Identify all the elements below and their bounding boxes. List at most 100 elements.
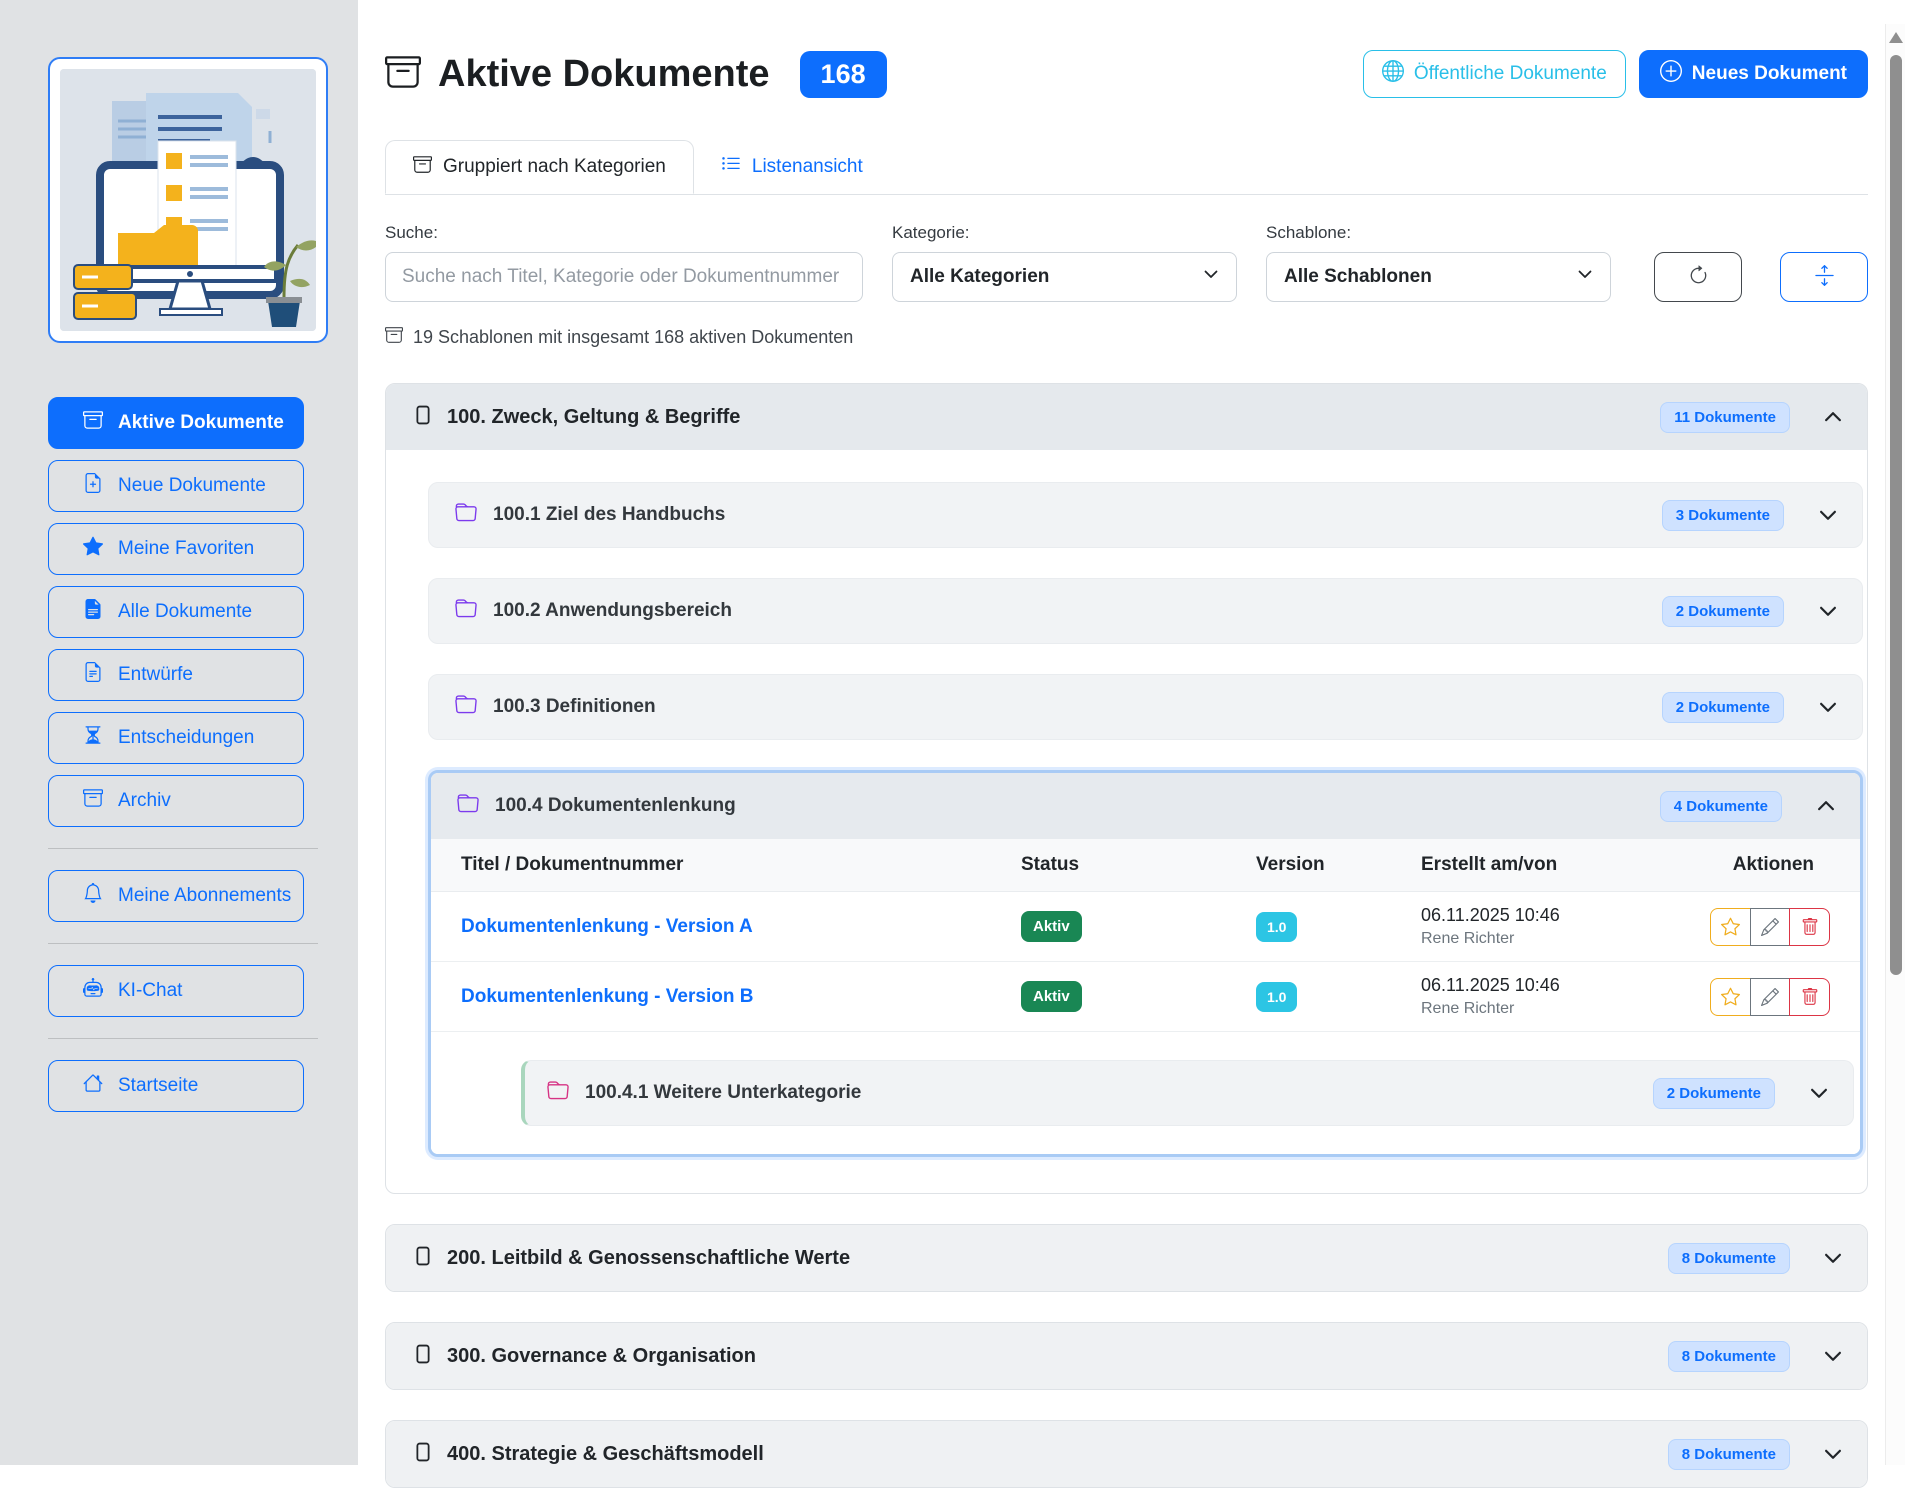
- archive-icon: [385, 326, 403, 349]
- tab-gruppiert-nach-kategorien[interactable]: Gruppiert nach Kategorien: [385, 140, 694, 194]
- sidebar-item-label: Meine Favoriten: [118, 538, 254, 560]
- globe-icon: [1382, 60, 1404, 88]
- archive-box-icon: [83, 788, 103, 814]
- created-date: 06.11.2025 10:46: [1421, 905, 1686, 926]
- delete-button[interactable]: [1789, 978, 1830, 1016]
- file-text-icon: [83, 599, 103, 625]
- sidebar-item-ki-chat[interactable]: KI-Chat: [48, 965, 304, 1017]
- subcategory-row-100-2[interactable]: 100.2 Anwendungsbereich 2 Dokumente: [428, 578, 1863, 644]
- category-header-300[interactable]: 300. Governance & Organisation 8 Dokumen…: [386, 1323, 1867, 1389]
- version-badge: 1.0: [1256, 982, 1297, 1012]
- folder-icon: [455, 598, 477, 625]
- chevron-down-icon[interactable]: [1823, 1444, 1843, 1464]
- list-icon: [721, 154, 741, 180]
- sidebar-item-label: Entscheidungen: [118, 727, 254, 749]
- documents-table: Titel / Dokumentnummer Status Version Er…: [431, 839, 1860, 1032]
- sidebar-illustration: [48, 57, 328, 343]
- public-documents-button[interactable]: Öffentliche Dokumente: [1363, 50, 1626, 98]
- template-icon: [414, 403, 432, 432]
- chevron-up-icon[interactable]: [1823, 407, 1843, 427]
- sidebar: Aktive Dokumente Neue Dokumente Meine Fa…: [0, 0, 358, 1465]
- document-count-badge: 168: [800, 51, 887, 98]
- created-by: Rene Richter: [1421, 930, 1686, 948]
- search-label: Suche:: [385, 223, 863, 243]
- subcategory-row-100-4-1[interactable]: 100.4.1 Weitere Unterkategorie 2 Dokumen…: [521, 1060, 1854, 1126]
- refresh-button[interactable]: [1654, 252, 1742, 302]
- document-count-pill: 3 Dokumente: [1662, 500, 1784, 531]
- tab-listenansicht[interactable]: Listenansicht: [694, 140, 890, 194]
- sidebar-item-neue-dokumente[interactable]: Neue Dokumente: [48, 460, 304, 512]
- sidebar-divider: [48, 1038, 318, 1039]
- sidebar-divider: [48, 943, 318, 944]
- search-input[interactable]: [385, 252, 863, 302]
- created-by: Rene Richter: [1421, 1000, 1686, 1018]
- scrollbar-thumb[interactable]: [1890, 55, 1902, 975]
- subcategory-row-100-3[interactable]: 100.3 Definitionen 2 Dokumente: [428, 674, 1863, 740]
- sidebar-item-entwuerfe[interactable]: Entwürfe: [48, 649, 304, 701]
- chevron-down-icon[interactable]: [1818, 601, 1838, 621]
- sidebar-item-alle-dokumente[interactable]: Alle Dokumente: [48, 586, 304, 638]
- delete-button[interactable]: [1789, 908, 1830, 946]
- subcategory-row-100-1[interactable]: 100.1 Ziel des Handbuchs 3 Dokumente: [428, 482, 1863, 548]
- favorite-button[interactable]: [1710, 978, 1751, 1016]
- category-header-100[interactable]: 100. Zweck, Geltung & Begriffe 11 Dokume…: [386, 384, 1867, 450]
- category-header-400[interactable]: 400. Strategie & Geschäftsmodell 8 Dokum…: [386, 1421, 1867, 1487]
- expand-collapse-all-button[interactable]: [1780, 252, 1868, 302]
- home-icon: [83, 1073, 103, 1099]
- document-count-pill: 8 Dokumente: [1668, 1341, 1790, 1372]
- sidebar-item-entscheidungen[interactable]: Entscheidungen: [48, 712, 304, 764]
- favorite-button[interactable]: [1710, 908, 1751, 946]
- sidebar-item-meine-favoriten[interactable]: Meine Favoriten: [48, 523, 304, 575]
- star-icon: [83, 536, 103, 562]
- sidebar-item-label: Alle Dokumente: [118, 601, 252, 623]
- sidebar-item-meine-abonnements[interactable]: Meine Abonnements: [48, 870, 304, 922]
- chevron-down-icon[interactable]: [1823, 1248, 1843, 1268]
- summary-line: 19 Schablonen mit insgesamt 168 aktiven …: [385, 326, 1868, 349]
- chevron-down-icon[interactable]: [1818, 505, 1838, 525]
- document-link[interactable]: Dokumentenlenkung - Version B: [461, 986, 1021, 1008]
- document-row: Dokumentenlenkung - Version A Aktiv 1.0 …: [431, 892, 1860, 962]
- template-select[interactable]: Alle Schablonen: [1266, 252, 1611, 302]
- scrollbar-up-arrow-icon[interactable]: [1889, 32, 1903, 43]
- vertical-scrollbar[interactable]: [1885, 24, 1905, 1465]
- filter-bar: Suche: Kategorie: Alle Kategorien Schabl…: [385, 223, 1868, 302]
- chevron-down-icon: [1577, 266, 1593, 288]
- folder-icon: [547, 1080, 569, 1107]
- category-section-200: 200. Leitbild & Genossenschaftliche Wert…: [385, 1224, 1868, 1292]
- document-count-pill: 8 Dokumente: [1668, 1243, 1790, 1274]
- file-draft-icon: [83, 662, 103, 688]
- sidebar-item-archiv[interactable]: Archiv: [48, 775, 304, 827]
- chevron-up-icon[interactable]: [1816, 796, 1836, 816]
- page-title: Aktive Dokumente: [438, 53, 770, 96]
- status-badge: Aktiv: [1021, 911, 1082, 942]
- sidebar-item-label: KI-Chat: [118, 980, 182, 1002]
- app: Aktive Dokumente Neue Dokumente Meine Fa…: [0, 0, 1923, 1465]
- row-actions: [1710, 908, 1830, 946]
- folder-icon: [457, 793, 479, 820]
- edit-button[interactable]: [1750, 978, 1791, 1016]
- document-count-pill: 2 Dokumente: [1653, 1078, 1775, 1109]
- chevron-down-icon[interactable]: [1823, 1346, 1843, 1366]
- chevron-down-icon[interactable]: [1818, 697, 1838, 717]
- chevron-down-icon[interactable]: [1809, 1083, 1829, 1103]
- sub-subcategory-area: 100.4.1 Weitere Unterkategorie 2 Dokumen…: [431, 1032, 1860, 1154]
- sidebar-item-label: Archiv: [118, 790, 171, 812]
- new-document-button[interactable]: Neues Dokument: [1639, 50, 1868, 98]
- chevron-down-icon: [1203, 266, 1219, 288]
- robot-icon: [83, 978, 103, 1004]
- edit-button[interactable]: [1750, 908, 1791, 946]
- category-select[interactable]: Alle Kategorien: [892, 252, 1237, 302]
- row-actions: [1710, 978, 1830, 1016]
- category-header-200[interactable]: 200. Leitbild & Genossenschaftliche Wert…: [386, 1225, 1867, 1291]
- template-filter-label: Schablone:: [1266, 223, 1611, 243]
- plus-circle-icon: [1660, 60, 1682, 88]
- sidebar-item-aktive-dokumente[interactable]: Aktive Dokumente: [48, 397, 304, 449]
- document-link[interactable]: Dokumentenlenkung - Version A: [461, 916, 1021, 938]
- refresh-icon: [1688, 265, 1709, 289]
- sidebar-item-label: Aktive Dokumente: [118, 412, 284, 434]
- subcategory-row-100-4[interactable]: 100.4 Dokumentenlenkung 4 Dokumente: [431, 773, 1860, 839]
- category-section-100: 100. Zweck, Geltung & Begriffe 11 Dokume…: [385, 383, 1868, 1194]
- documents-table-header: Titel / Dokumentnummer Status Version Er…: [431, 839, 1860, 892]
- archive-icon: [413, 155, 432, 180]
- sidebar-item-startseite[interactable]: Startseite: [48, 1060, 304, 1112]
